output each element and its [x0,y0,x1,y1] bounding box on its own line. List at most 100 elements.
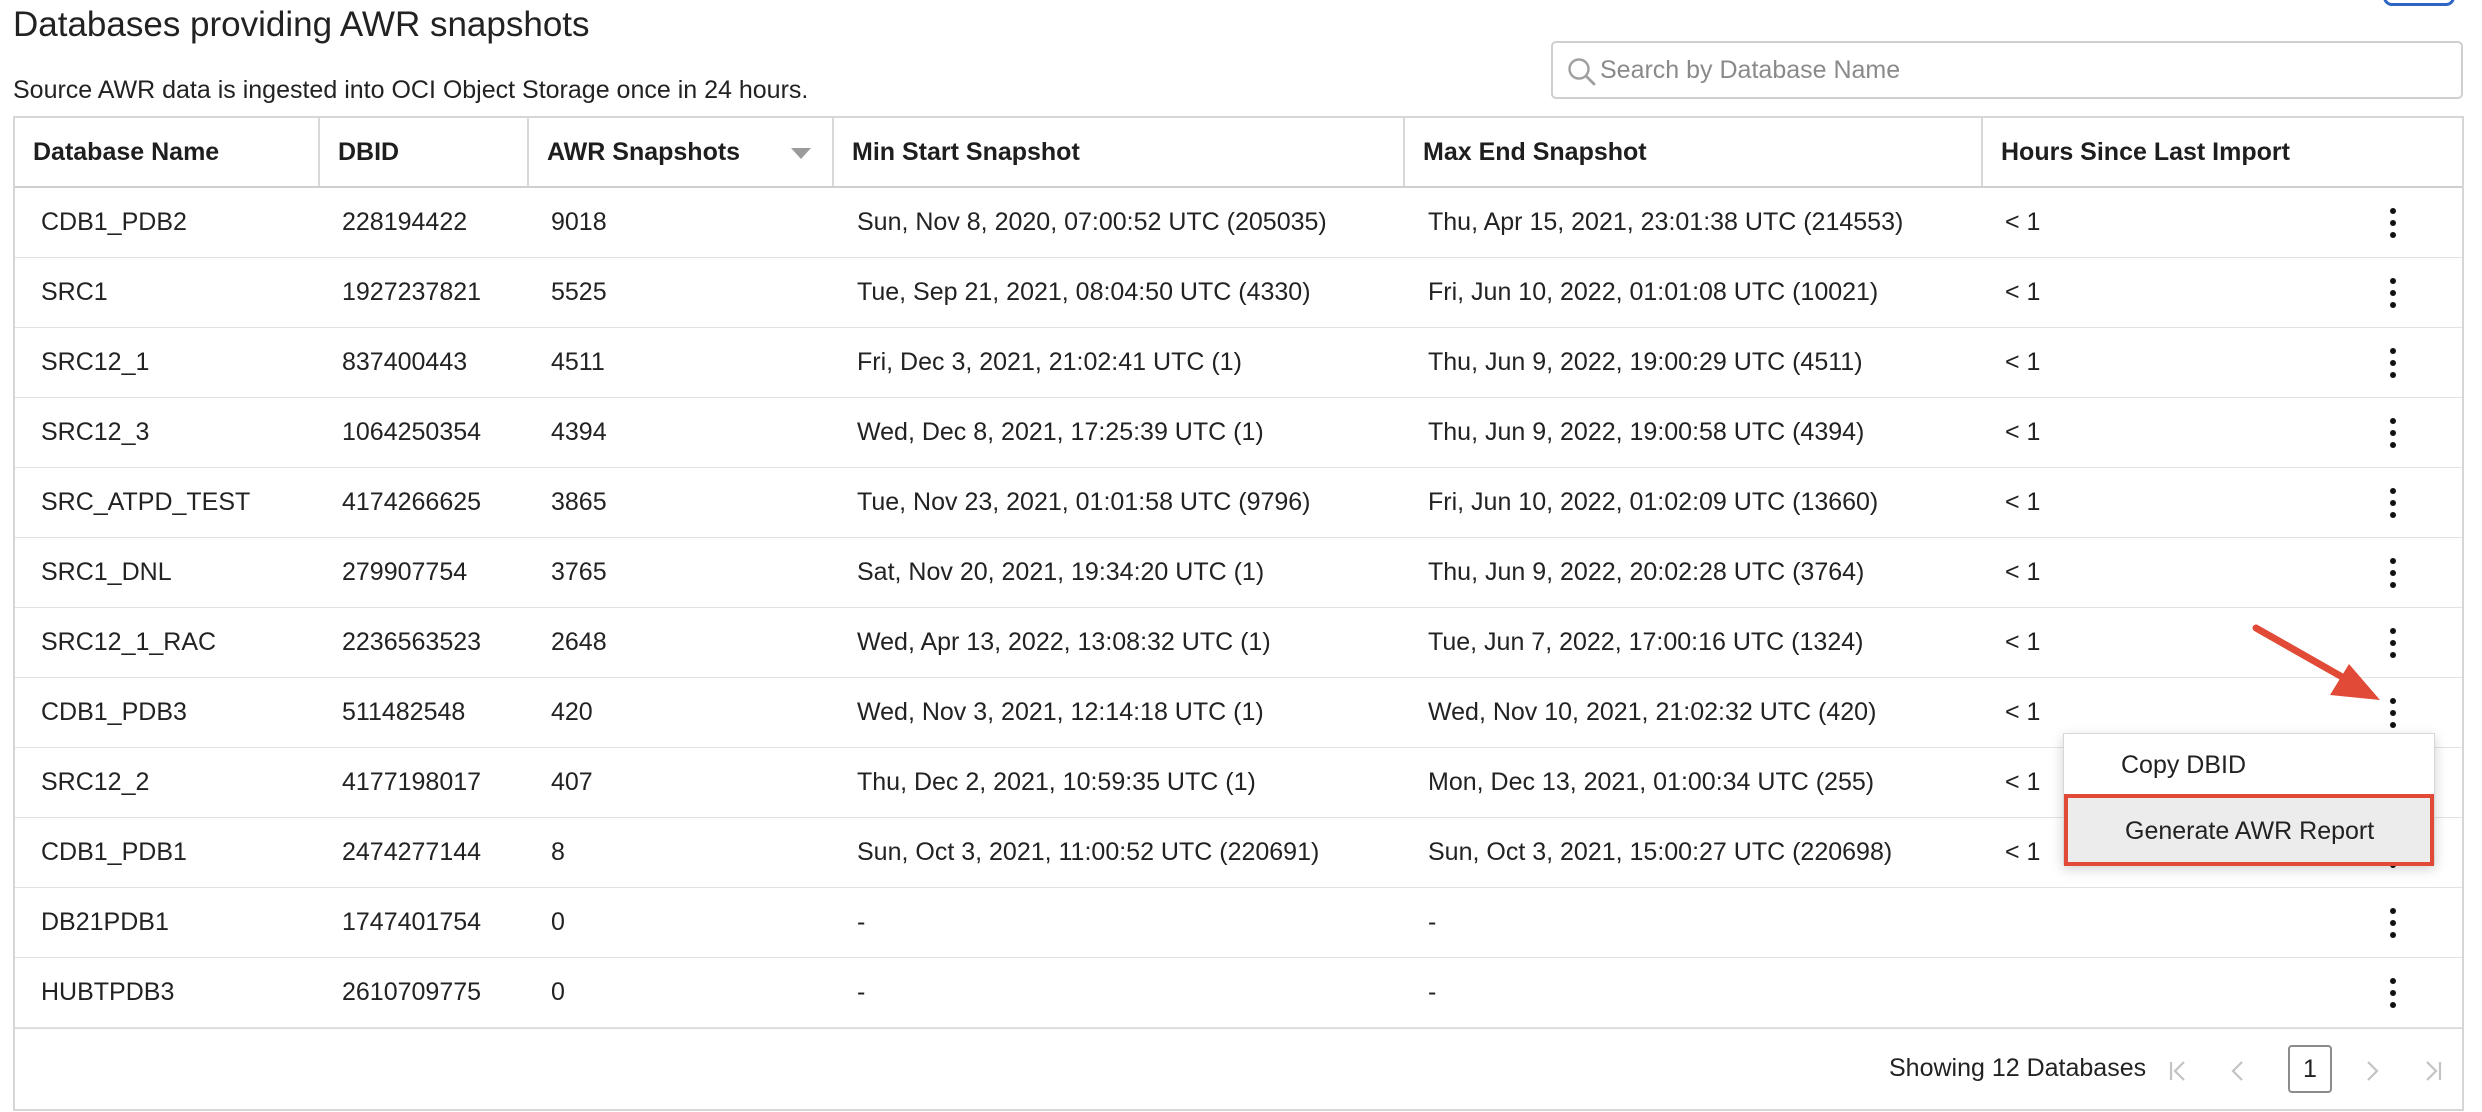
cell-max-end-snapshot: Thu, Apr 15, 2021, 23:01:38 UTC (214553) [1428,208,1904,236]
kebab-menu-icon[interactable] [2381,486,2405,520]
kebab-menu-icon[interactable] [2381,346,2405,380]
cell-awr-snapshots: 2648 [551,628,607,656]
cell-database-name: DB21PDB1 [41,908,169,936]
cell-min-start-snapshot: Wed, Nov 3, 2021, 12:14:18 UTC (1) [857,698,1264,726]
cell-min-start-snapshot: Wed, Apr 13, 2022, 13:08:32 UTC (1) [857,628,1271,656]
row-actions-menu: Copy DBID Generate AWR Report [2063,733,2435,866]
cell-min-start-snapshot: - [857,978,866,1006]
cell-database-name: SRC12_3 [41,418,150,446]
kebab-menu-icon[interactable] [2381,556,2405,590]
column-header-awr-snapshots[interactable]: AWR Snapshots [529,118,834,186]
cell-hours-since-last-import: < 1 [2005,558,2041,586]
cell-min-start-snapshot: Tue, Nov 23, 2021, 01:01:58 UTC (9796) [857,488,1311,516]
cell-awr-snapshots: 9018 [551,208,607,236]
table-row[interactable]: SRC_ATPD_TEST 4174266625 3865 Tue, Nov 2… [15,468,2462,538]
cell-awr-snapshots: 0 [551,978,565,1006]
table-row[interactable]: CDB1_PDB2 228194422 9018 Sun, Nov 8, 202… [15,188,2462,258]
kebab-menu-icon[interactable] [2381,696,2405,730]
cell-min-start-snapshot: Fri, Dec 3, 2021, 21:02:41 UTC (1) [857,348,1242,376]
cell-database-name: CDB1_PDB3 [41,698,187,726]
kebab-menu-icon[interactable] [2381,206,2405,240]
cell-max-end-snapshot: Thu, Jun 9, 2022, 19:00:58 UTC (4394) [1428,418,1865,446]
cell-max-end-snapshot: Mon, Dec 13, 2021, 01:00:34 UTC (255) [1428,768,1875,796]
column-header-max-end-snapshot[interactable]: Max End Snapshot [1405,118,1983,186]
table-row[interactable]: SRC1_DNL 279907754 3765 Sat, Nov 20, 202… [15,538,2462,608]
menu-item-copy-dbid[interactable]: Copy DBID [2064,734,2434,796]
table-row[interactable]: DB21PDB1 1747401754 0 - - [15,888,2462,958]
cell-dbid: 2236563523 [342,628,482,656]
column-header-database-name[interactable]: Database Name [15,118,320,186]
cell-awr-snapshots: 4511 [551,348,605,376]
cell-hours-since-last-import: < 1 [2005,768,2041,796]
cell-min-start-snapshot: Sun, Nov 8, 2020, 07:00:52 UTC (205035) [857,208,1327,236]
table-row[interactable]: SRC1 1927237821 5525 Tue, Sep 21, 2021, … [15,258,2462,328]
column-header-awr-snapshots-label: AWR Snapshots [547,138,741,166]
last-page-icon[interactable] [2418,1053,2448,1089]
column-header-hours-since-last-import[interactable]: Hours Since Last Import [1983,118,2462,186]
cell-awr-snapshots: 3765 [551,558,607,586]
cell-max-end-snapshot: Sun, Oct 3, 2021, 15:00:27 UTC (220698) [1428,838,1893,866]
cell-hours-since-last-import: < 1 [2005,278,2041,306]
cell-dbid: 1747401754 [342,908,482,936]
search-icon [1568,58,1596,86]
cell-hours-since-last-import: < 1 [2005,698,2041,726]
cell-dbid: 1064250354 [342,418,482,446]
cell-database-name: CDB1_PDB2 [41,208,187,236]
kebab-menu-icon[interactable] [2381,626,2405,660]
table-row[interactable]: SRC12_1 837400443 4511 Fri, Dec 3, 2021,… [15,328,2462,398]
table-header: Database Name DBID AWR Snapshots Min Sta… [15,118,2462,188]
cell-max-end-snapshot: Thu, Jun 9, 2022, 20:02:28 UTC (3764) [1428,558,1865,586]
cell-dbid: 511482548 [342,698,466,726]
cell-dbid: 2610709775 [342,978,482,1006]
top-action-button[interactable] [2383,0,2455,6]
current-page-number[interactable]: 1 [2288,1045,2332,1093]
cell-min-start-snapshot: - [857,908,866,936]
cell-min-start-snapshot: Thu, Dec 2, 2021, 10:59:35 UTC (1) [857,768,1256,796]
cell-dbid: 2474277144 [342,838,482,866]
table-row[interactable]: SRC12_3 1064250354 4394 Wed, Dec 8, 2021… [15,398,2462,468]
cell-database-name: SRC1_DNL [41,558,172,586]
cell-hours-since-last-import: < 1 [2005,208,2041,236]
cell-database-name: SRC_ATPD_TEST [41,488,251,516]
cell-min-start-snapshot: Wed, Dec 8, 2021, 17:25:39 UTC (1) [857,418,1264,446]
kebab-menu-icon[interactable] [2381,276,2405,310]
menu-item-generate-awr-report[interactable]: Generate AWR Report [2064,794,2434,866]
kebab-menu-icon[interactable] [2381,976,2405,1010]
table-row[interactable]: HUBTPDB3 2610709775 0 - - [15,958,2462,1028]
cell-hours-since-last-import: < 1 [2005,418,2041,446]
column-header-dbid[interactable]: DBID [320,118,529,186]
cell-awr-snapshots: 4394 [551,418,607,446]
cell-min-start-snapshot: Sun, Oct 3, 2021, 11:00:52 UTC (220691) [857,838,1320,866]
cell-dbid: 1927237821 [342,278,482,306]
first-page-icon[interactable] [2163,1053,2193,1089]
kebab-menu-icon[interactable] [2381,906,2405,940]
cell-awr-snapshots: 3865 [551,488,607,516]
cell-dbid: 837400443 [342,348,468,376]
cell-awr-snapshots: 420 [551,698,593,726]
cell-awr-snapshots: 5525 [551,278,607,306]
showing-count: Showing 12 Databases [1889,1054,2147,1082]
cell-database-name: CDB1_PDB1 [41,838,187,866]
cell-max-end-snapshot: - [1428,978,1437,1006]
column-header-min-start-snapshot[interactable]: Min Start Snapshot [834,118,1405,186]
cell-awr-snapshots: 407 [551,768,593,796]
search-input[interactable] [1600,51,2440,89]
cell-max-end-snapshot: Wed, Nov 10, 2021, 21:02:32 UTC (420) [1428,698,1877,726]
cell-database-name: SRC12_1_RAC [41,628,217,656]
next-page-icon[interactable] [2357,1053,2387,1089]
table-row[interactable]: SRC12_1_RAC 2236563523 2648 Wed, Apr 13,… [15,608,2462,678]
cell-dbid: 279907754 [342,558,468,586]
table-footer: Showing 12 Databases 1 [15,1028,2462,1111]
cell-max-end-snapshot: - [1428,908,1437,936]
cell-min-start-snapshot: Sat, Nov 20, 2021, 19:34:20 UTC (1) [857,558,1265,586]
cell-hours-since-last-import: < 1 [2005,488,2041,516]
cell-max-end-snapshot: Thu, Jun 9, 2022, 19:00:29 UTC (4511) [1428,348,1863,376]
previous-page-icon[interactable] [2223,1053,2253,1089]
search-box[interactable] [1551,41,2463,99]
page-title: Databases providing AWR snapshots [13,5,590,44]
cell-dbid: 4177198017 [342,768,482,796]
page-subtitle: Source AWR data is ingested into OCI Obj… [13,76,809,104]
kebab-menu-icon[interactable] [2381,416,2405,450]
cell-hours-since-last-import: < 1 [2005,628,2041,656]
sort-descending-icon[interactable] [791,148,811,159]
